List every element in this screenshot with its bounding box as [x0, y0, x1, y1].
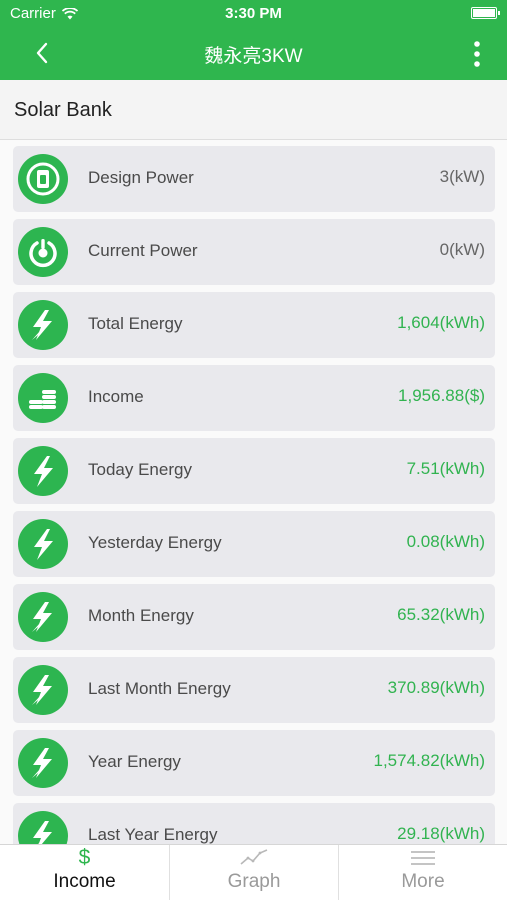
list-item-design-power[interactable]: Design Power 3(kW) — [13, 146, 495, 212]
row-label: Last Month Energy — [88, 679, 231, 698]
row-label: Today Energy — [88, 460, 192, 479]
list-item-today-energy[interactable]: Today Energy 7.51(kWh) — [13, 438, 495, 504]
double-bolt-icon — [18, 811, 68, 844]
row-label: Month Energy — [88, 606, 194, 625]
list-item-current-power[interactable]: Current Power 0(kW) — [13, 219, 495, 285]
row-value: 370.89(kWh) — [387, 678, 485, 697]
row-label: Current Power — [88, 241, 198, 260]
list-item-last-month-energy[interactable]: Last Month Energy 370.89(kWh) — [13, 657, 495, 723]
status-time: 3:30 PM — [225, 5, 282, 22]
tab-graph[interactable]: Graph — [169, 845, 338, 900]
more-vertical-icon[interactable] — [469, 40, 485, 68]
row-value: 3(kW) — [439, 167, 485, 186]
row-value: 0(kW) — [439, 240, 485, 259]
tab-income[interactable]: $ Income — [0, 845, 169, 900]
coins-icon — [18, 373, 68, 423]
section-title: Solar Bank — [14, 99, 112, 121]
bolt-icon — [18, 519, 68, 569]
row-value: 1,956.88($) — [398, 386, 485, 405]
row-value: 1,574.82(kWh) — [373, 751, 486, 770]
menu-icon — [339, 847, 507, 869]
tab-label: Graph — [227, 871, 281, 892]
row-label: Last Year Energy — [88, 825, 218, 844]
section-header: Solar Bank — [0, 80, 507, 140]
row-value: 0.08(kWh) — [406, 532, 485, 551]
energy-list[interactable]: Design Power 3(kW) Current Power 0(kW) T… — [0, 140, 507, 844]
row-label: Income — [88, 387, 144, 406]
list-item-year-energy[interactable]: Year Energy 1,574.82(kWh) — [13, 730, 495, 796]
line-chart-icon — [170, 847, 338, 869]
dollar-icon: $ — [78, 846, 91, 869]
double-bolt-icon — [18, 300, 68, 350]
list-item-month-energy[interactable]: Month Energy 65.32(kWh) — [13, 584, 495, 650]
tab-label: More — [401, 871, 445, 892]
double-bolt-icon — [18, 665, 68, 715]
double-bolt-icon — [18, 738, 68, 788]
battery-icon — [471, 7, 500, 19]
tab-label: Income — [53, 871, 116, 892]
status-bar: Carrier 3:30 PM — [0, 0, 507, 26]
tab-bar: $ Income Graph More — [0, 844, 507, 900]
list-item-last-year-energy[interactable]: Last Year Energy 29.18(kWh) — [13, 803, 495, 844]
page-title: 魏永亮3KW — [204, 46, 303, 67]
list-item-income[interactable]: Income 1,956.88($) — [13, 365, 495, 431]
plug-icon — [18, 154, 68, 204]
row-label: Yesterday Energy — [88, 533, 222, 552]
navigation-bar: 魏永亮3KW — [0, 26, 507, 80]
list-item-yesterday-energy[interactable]: Yesterday Energy 0.08(kWh) — [13, 511, 495, 577]
row-value: 29.18(kWh) — [397, 824, 485, 843]
tab-more[interactable]: More — [338, 845, 507, 900]
row-value: 7.51(kWh) — [406, 459, 485, 478]
list-item-total-energy[interactable]: Total Energy 1,604(kWh) — [13, 292, 495, 358]
double-bolt-icon — [18, 592, 68, 642]
power-icon — [18, 227, 68, 277]
row-value: 1,604(kWh) — [397, 313, 485, 332]
bolt-icon — [18, 446, 68, 496]
row-label: Year Energy — [88, 752, 181, 771]
row-label: Total Energy — [88, 314, 183, 333]
row-value: 65.32(kWh) — [397, 605, 485, 624]
row-label: Design Power — [88, 168, 194, 187]
